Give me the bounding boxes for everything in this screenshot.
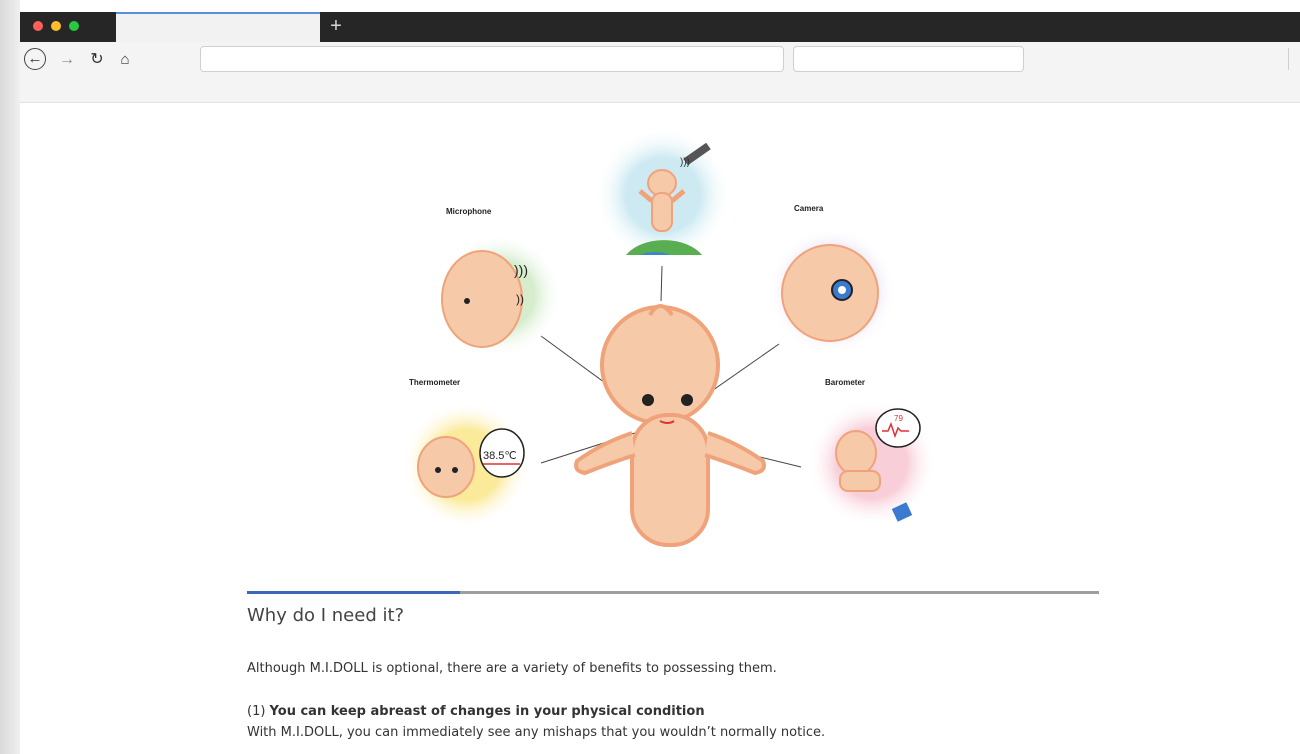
microphone-label: Microphone <box>446 207 492 216</box>
page-shadow <box>0 0 20 754</box>
page-content: ))) ))) )) 38.5℃ 79 Microphone Camera Th… <box>20 103 1300 754</box>
benefit-1-body: With M.I.DOLL, you can immediately see a… <box>247 725 826 740</box>
svg-text:))): ))) <box>680 157 690 168</box>
tab-bar: + <box>20 12 1300 42</box>
microphone-illustration: ))) )) <box>438 233 562 357</box>
sensor-diagram: ))) ))) )) 38.5℃ 79 <box>402 127 936 547</box>
section-heading: Why do I need it? <box>247 605 405 626</box>
url-input[interactable] <box>200 46 784 72</box>
reload-button[interactable]: ↻ <box>86 48 108 72</box>
thermometer-illustration: 38.5℃ <box>402 401 530 529</box>
search-input[interactable] <box>793 46 1024 72</box>
benefit-1-title: (1) You can keep abreast of changes in y… <box>247 704 705 719</box>
new-tab-button[interactable]: + <box>325 14 347 38</box>
maximize-window-button[interactable] <box>69 21 79 31</box>
tab-active[interactable] <box>116 12 320 42</box>
gps-sensor-illustration: ))) <box>595 127 731 263</box>
benefit-1-number: (1) <box>247 704 270 719</box>
kewpie-doll-illustration <box>574 304 766 547</box>
temperature-reading: 38.5℃ <box>483 450 517 462</box>
reading-progress-bar <box>247 591 1099 594</box>
home-button[interactable]: ⌂ <box>114 48 136 72</box>
toolbar: ← → ↻ ⌂ <box>20 42 1300 103</box>
camera-label: Camera <box>794 204 824 213</box>
toolbar-divider <box>1288 48 1289 70</box>
thermometer-label: Thermometer <box>409 378 461 387</box>
benefit-1-heading: You can keep abreast of changes in your … <box>269 704 705 719</box>
intro-paragraph: Although M.I.DOLL is optional, there are… <box>247 661 777 676</box>
reading-progress-fill <box>247 591 460 594</box>
forward-button[interactable]: → <box>56 48 78 72</box>
barometer-illustration: 79 <box>808 399 936 527</box>
camera-illustration <box>768 227 896 355</box>
browser-window: + ← → ↻ ⌂)))))))) 38.5℃ 79 Microphone… <box>20 0 1300 754</box>
back-button[interactable]: ← <box>24 48 46 70</box>
barometer-label: Barometer <box>825 378 866 387</box>
close-window-button[interactable] <box>33 21 43 31</box>
minimize-window-button[interactable] <box>51 21 61 31</box>
svg-text:))): ))) <box>514 262 528 278</box>
heart-rate-reading: 79 <box>894 414 903 423</box>
svg-text:)): )) <box>516 292 524 306</box>
